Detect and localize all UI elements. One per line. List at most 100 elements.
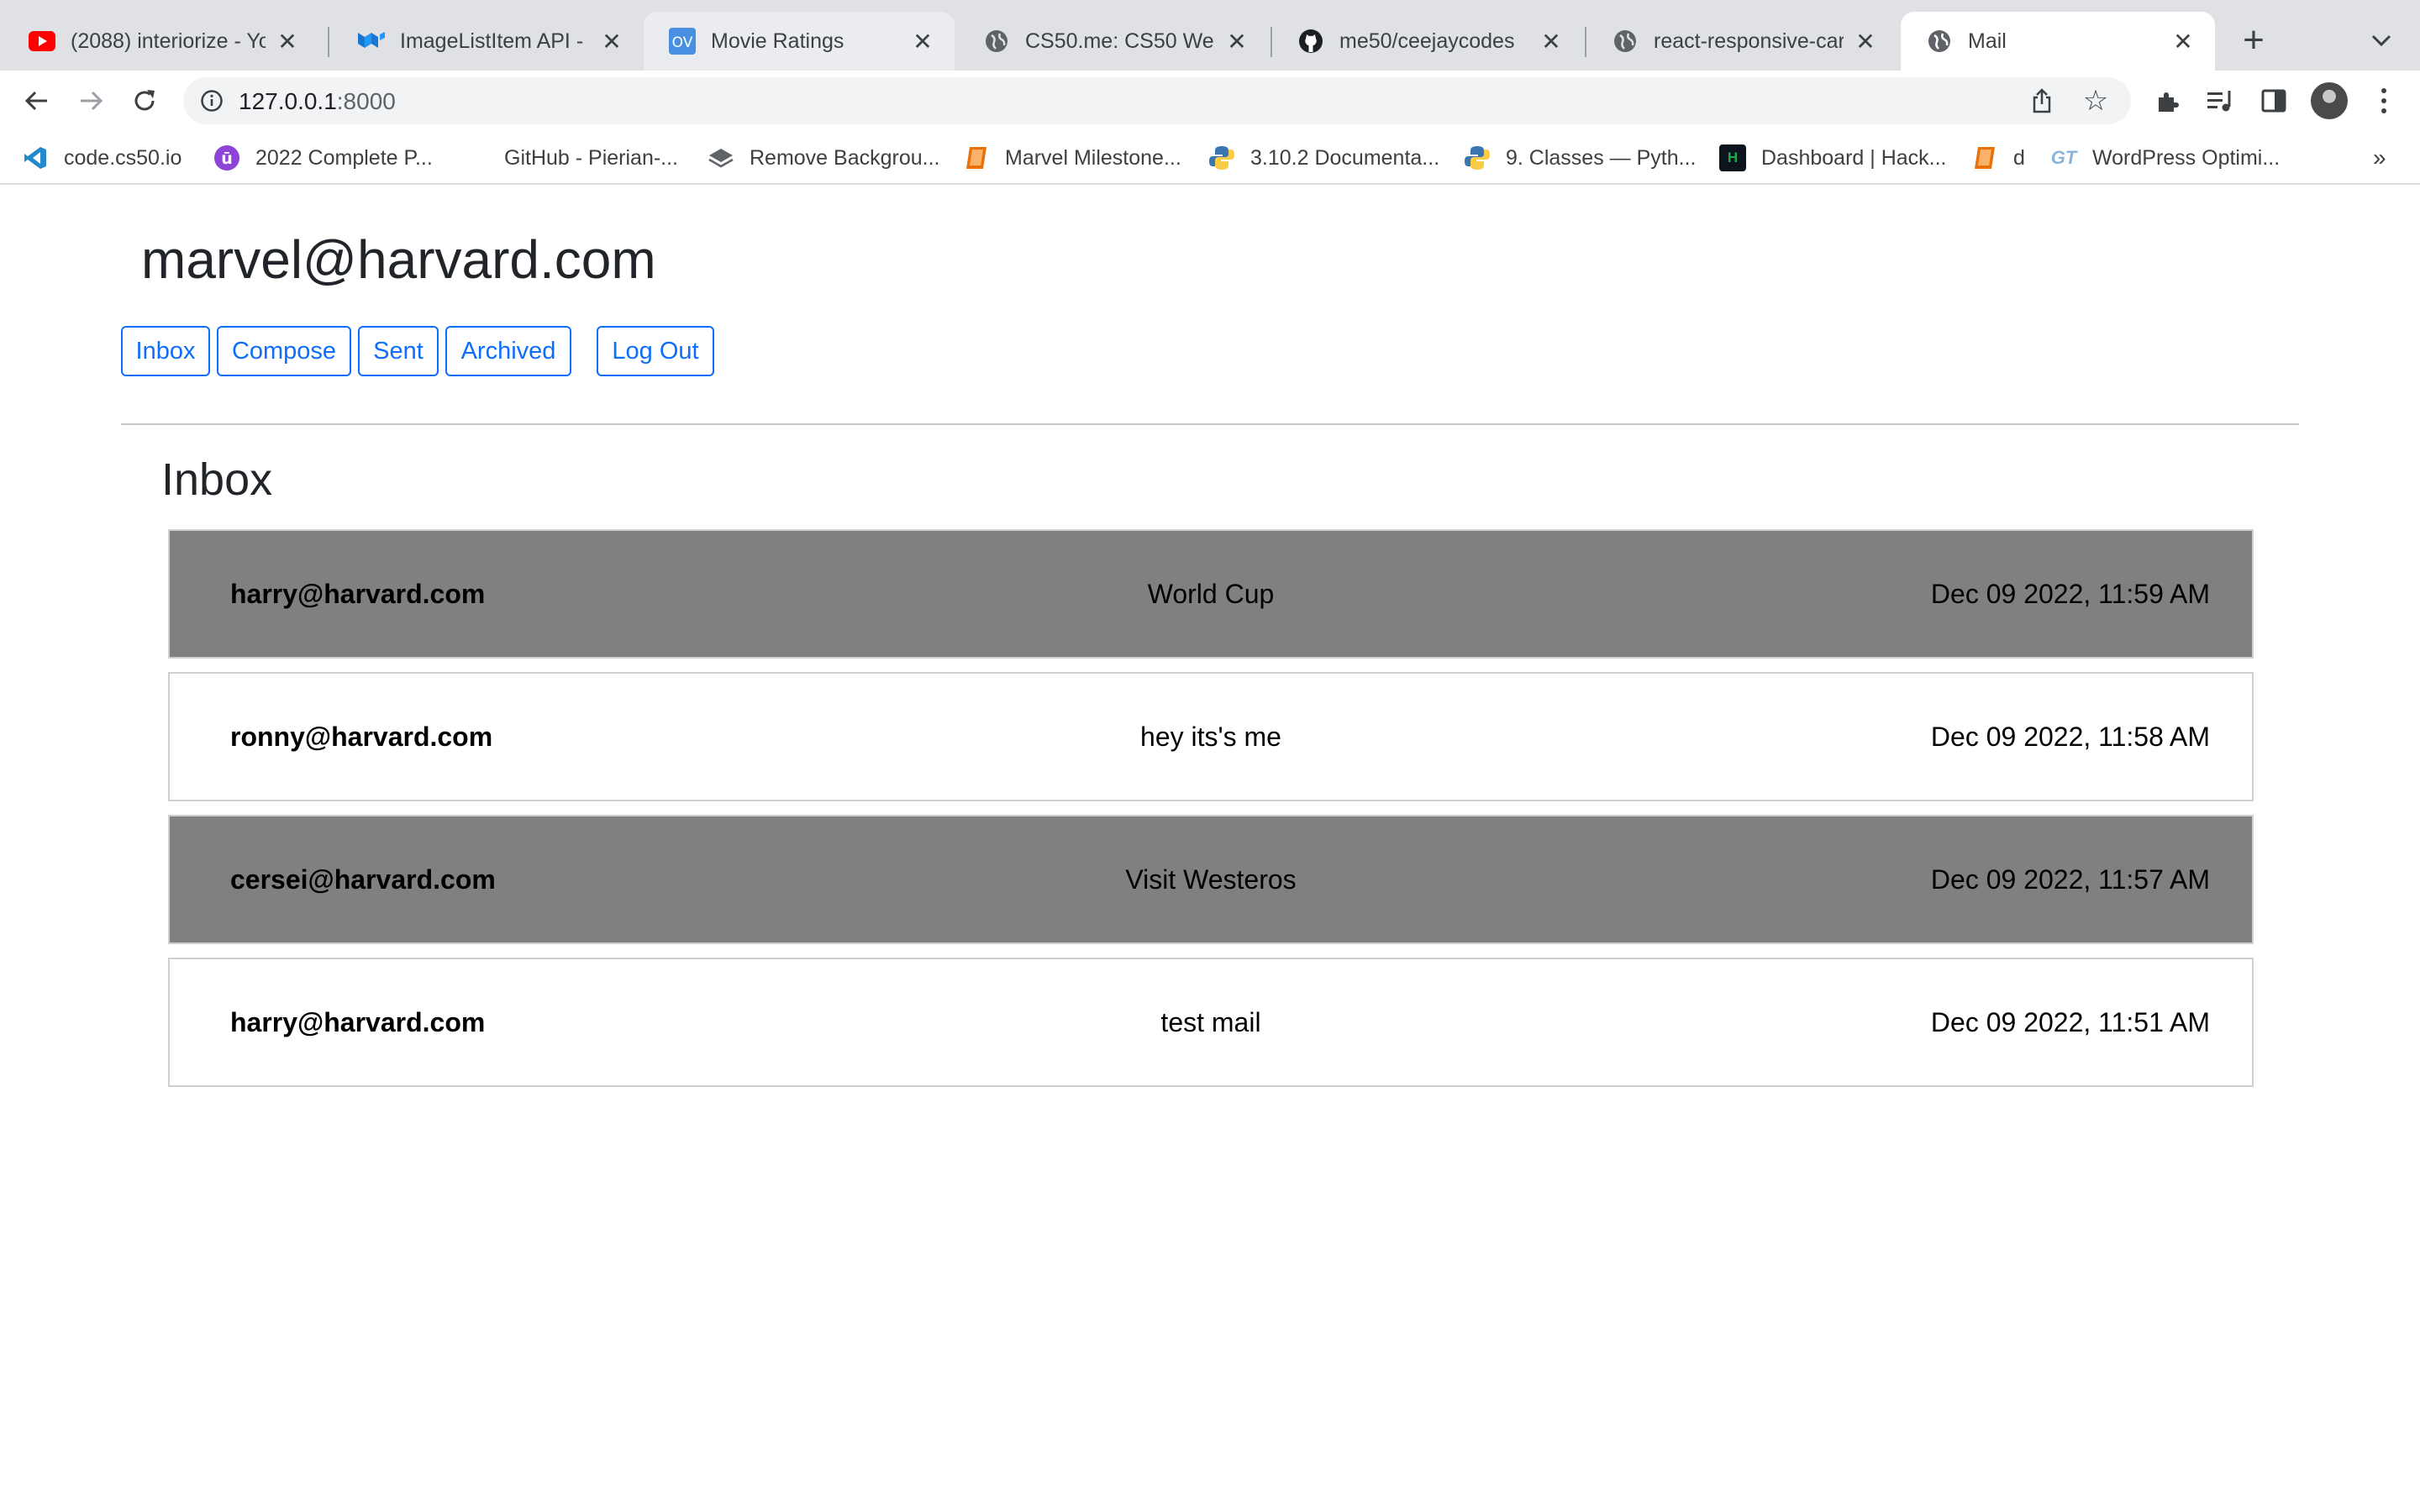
bookmark-label: 2022 Complete P... [255,145,433,170]
close-icon[interactable]: ✕ [1223,28,1250,55]
bookmark-item[interactable]: code.cs50.io [22,141,182,175]
bookmark-label: code.cs50.io [64,145,182,170]
close-icon[interactable]: ✕ [1538,28,1565,55]
book-icon [1971,144,1998,171]
blank-icon [462,144,489,171]
bookmark-label: GitHub - Pierian-... [504,145,679,170]
tab-search-icon[interactable] [2363,22,2400,59]
tab-cs50me[interactable]: CS50.me: CS50 Web ✕ [958,12,1269,71]
info-icon[interactable] [200,89,224,113]
globe-icon [1612,28,1639,55]
back-button[interactable] [18,82,55,119]
forward-button[interactable] [72,82,109,119]
tab-title: Movie Ratings [711,29,844,53]
bookmarks-overflow-chevron[interactable]: » [2373,144,2386,171]
bookmark-label: d [2013,145,2025,170]
python-icon [1464,144,1491,171]
profile-avatar[interactable] [2311,82,2348,119]
compose-button[interactable]: Compose [217,326,351,376]
udemy-icon: ū [213,144,240,171]
logout-button[interactable]: Log Out [597,326,714,376]
bookmark-item[interactable]: Marvel Milestone... [963,141,1181,175]
reload-icon [134,90,155,111]
share-icon[interactable] [2028,87,2055,114]
arrow-left-icon [24,91,47,111]
new-tab-button[interactable]: + [2233,20,2274,60]
mail-app: marvel@harvard.com Inbox Compose Sent Ar… [0,186,2420,1512]
url-host: 127.0.0.1 [239,88,337,114]
browser-toolbar: 127.0.0.1:8000 ☆ [0,71,2420,131]
bookmark-item[interactable]: 3.10.2 Documenta... [1208,141,1439,175]
tab-title: ImageListItem API - M [400,29,590,53]
bookmark-item[interactable]: H Dashboard | Hack... [1719,141,1946,175]
divider [121,423,2299,425]
archived-button[interactable]: Archived [445,326,571,376]
reload-button[interactable] [126,82,163,119]
youtube-icon [29,28,55,55]
address-bar[interactable]: 127.0.0.1:8000 ☆ [183,77,2131,124]
tab-mail[interactable]: Mail ✕ [1901,12,2215,71]
email-row[interactable]: harry@harvard.com test mail Dec 09 2022,… [168,958,2254,1087]
bookmark-label: Marvel Milestone... [1005,145,1181,170]
close-icon[interactable]: ✕ [909,28,936,55]
book-icon [963,144,990,171]
tab-title: Mail [1968,29,2007,53]
bookmark-label: WordPress Optimi... [2092,145,2281,170]
tab-movie-ratings[interactable]: OV Movie Ratings ✕ [644,12,955,71]
bookmark-item[interactable]: 9. Classes — Pyth... [1464,141,1696,175]
globe-icon [983,28,1010,55]
svg-text:OV: OV [672,34,693,51]
mui-icon [358,28,385,55]
user-email-heading: marvel@harvard.com [141,229,656,290]
close-icon[interactable]: ✕ [1852,28,1879,55]
tab-title: CS50.me: CS50 Web [1025,29,1215,53]
gtmetrix-icon: GT [2050,147,2077,168]
python-icon [1208,144,1235,171]
tab-separator [328,27,329,57]
close-icon[interactable]: ✕ [2170,28,2196,55]
tab-github[interactable]: me50/ceejaycodes ✕ [1272,12,1583,71]
close-icon[interactable]: ✕ [598,28,625,55]
url-text[interactable]: 127.0.0.1:8000 [239,88,396,115]
tab-youtube[interactable]: (2088) interiorize - Yo ✕ [3,12,319,71]
tab-title: (2088) interiorize - Yo [71,29,266,53]
extensions-puzzle-icon[interactable] [2151,84,2185,118]
layers-icon [708,144,734,171]
media-control-icon[interactable] [2203,84,2237,118]
tab-title: react-responsive-carc [1654,29,1844,53]
tab-imagelistitem[interactable]: ImageListItem API - M ✕ [333,12,644,71]
bookmark-item[interactable]: GT WordPress Optimi... [2050,141,2280,175]
email-timestamp: Dec 09 2022, 11:57 AM [1930,864,2210,895]
svg-text:ū: ū [221,150,233,168]
tab-strip: (2088) interiorize - Yo ✕ ImageListItem … [0,0,2420,71]
email-timestamp: Dec 09 2022, 11:51 AM [1930,1006,2210,1037]
hackerrank-icon: H [1719,144,1746,171]
mailbox-title: Inbox [161,454,273,505]
bookmarks-bar: code.cs50.io ū 2022 Complete P... GitHub… [0,131,2420,185]
bookmark-label: Dashboard | Hack... [1761,145,1947,170]
sent-button[interactable]: Sent [358,326,439,376]
ov-icon: OV [669,28,696,55]
bookmark-star-icon[interactable]: ☆ [2081,86,2111,116]
close-icon[interactable]: ✕ [274,28,301,55]
bookmark-label: 3.10.2 Documenta... [1250,145,1440,170]
bookmark-item[interactable]: GitHub - Pierian-... [462,141,678,175]
url-port: :8000 [336,88,396,114]
email-timestamp: Dec 09 2022, 11:59 AM [1930,578,2210,609]
inbox-button[interactable]: Inbox [121,326,210,376]
email-row[interactable]: harry@harvard.com World Cup Dec 09 2022,… [168,529,2254,659]
more-menu-icon[interactable] [2371,82,2396,119]
bookmark-item[interactable]: Remove Backgrou... [708,141,940,175]
side-panel-icon[interactable] [2257,84,2291,118]
email-list: harry@harvard.com World Cup Dec 09 2022,… [168,529,2254,1100]
email-row[interactable]: cersei@harvard.com Visit Westeros Dec 09… [168,815,2254,944]
email-timestamp: Dec 09 2022, 11:58 AM [1930,721,2210,752]
globe-icon [1926,28,1953,55]
tab-title: me50/ceejaycodes [1339,29,1515,53]
bookmark-label: Remove Backgrou... [750,145,940,170]
github-icon [1297,28,1324,55]
bookmark-item[interactable]: d [1971,141,2025,175]
email-row[interactable]: ronny@harvard.com hey its's me Dec 09 20… [168,672,2254,801]
bookmark-item[interactable]: ū 2022 Complete P... [213,141,433,175]
tab-react-carousel[interactable]: react-responsive-carc ✕ [1586,12,1897,71]
